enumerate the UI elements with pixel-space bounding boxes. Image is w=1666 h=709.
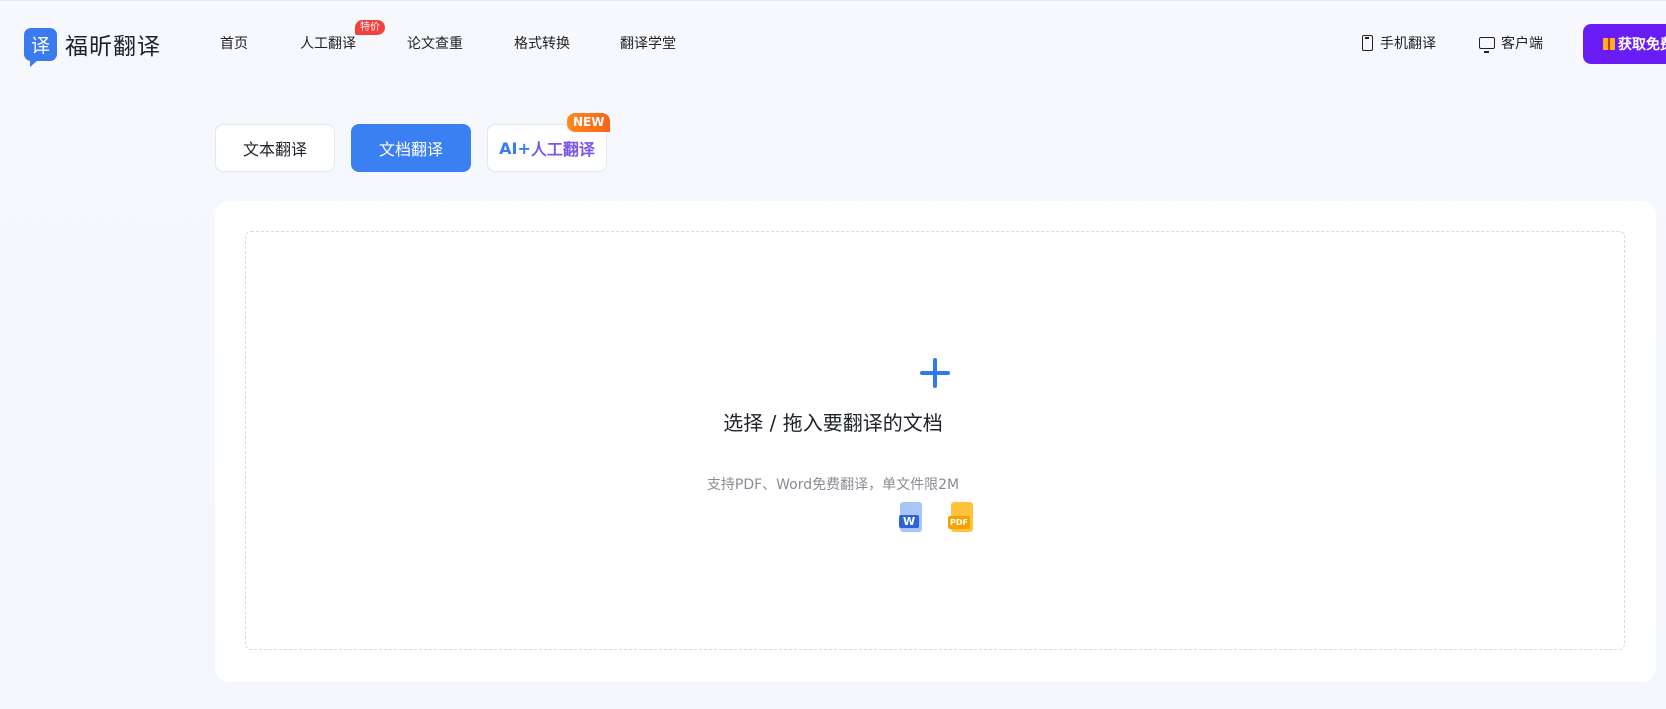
pdf-file-label: PDF	[948, 516, 970, 529]
special-price-badge: 特价	[355, 20, 385, 35]
new-badge: NEW	[567, 113, 611, 132]
file-dropzone[interactable]	[245, 231, 1625, 650]
tab-human-label: 人工翻译	[530, 140, 595, 159]
tab-ai-label: AI+	[499, 138, 531, 158]
word-file-label: W	[899, 515, 920, 528]
upload-hint: 支持PDF、Word免费翻译，单文件限2M	[706, 477, 960, 493]
plus-icon[interactable]	[920, 358, 950, 388]
mobile-translation-label: 手机翻译	[1380, 36, 1436, 52]
logo-icon: 译	[24, 27, 57, 67]
nav-item-label: 人工翻译	[300, 36, 356, 52]
pdf-file-icon: PDF	[947, 502, 973, 534]
get-free-label: 获取免费	[1618, 37, 1666, 53]
main-nav: 首页 人工翻译 特价 论文查重 格式转换 翻译学堂	[220, 20, 700, 53]
client-label: 客户端	[1501, 36, 1543, 52]
phone-icon	[1362, 35, 1373, 51]
gift-icon	[1603, 38, 1615, 50]
nav-item-translation-academy[interactable]: 翻译学堂	[620, 33, 700, 53]
nav-item-home[interactable]: 首页	[220, 33, 300, 53]
logo[interactable]: 译 福昕翻译	[24, 27, 161, 67]
tab-text-translation[interactable]: 文本翻译	[215, 124, 335, 172]
get-free-button[interactable]: 获取免费	[1583, 24, 1666, 64]
client-download-link[interactable]: 客户端	[1479, 33, 1543, 53]
monitor-icon	[1479, 37, 1495, 53]
tab-document-translation[interactable]: 文档翻译	[351, 124, 471, 172]
nav-item-human-translation[interactable]: 人工翻译 特价	[300, 20, 407, 53]
upload-title: 选择 / 拖入要翻译的文档	[723, 411, 943, 435]
logo-text: 福昕翻译	[65, 34, 161, 60]
nav-item-format-conversion[interactable]: 格式转换	[514, 33, 620, 53]
mobile-translation-link[interactable]: 手机翻译	[1362, 33, 1436, 53]
site-header: 译 福昕翻译 首页 人工翻译 特价 论文查重 格式转换 翻译学堂 手机翻译 客户…	[0, 0, 1666, 88]
nav-item-plagiarism-check[interactable]: 论文查重	[407, 33, 514, 53]
word-file-icon: W	[896, 502, 922, 534]
